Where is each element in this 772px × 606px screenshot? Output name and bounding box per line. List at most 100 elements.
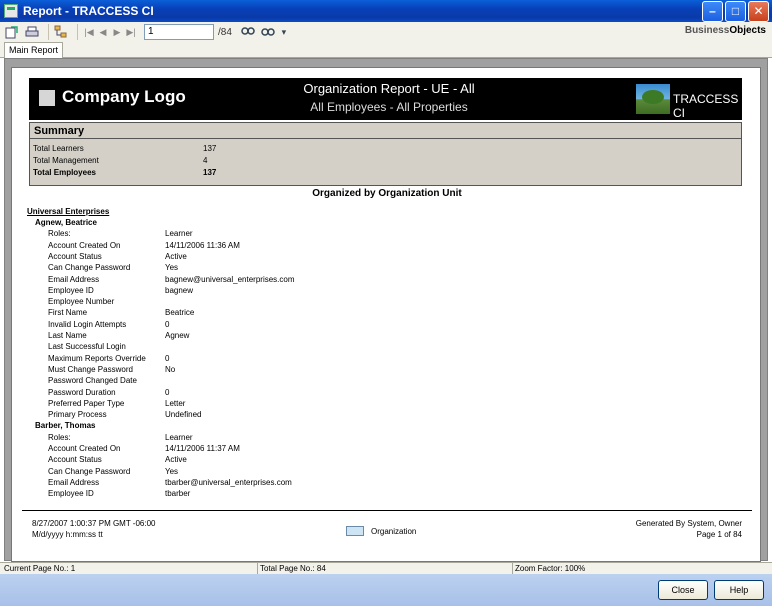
page-total: /84 — [218, 26, 232, 38]
field-label: Can Change Password — [48, 263, 131, 273]
field-value: Undefined — [165, 410, 202, 420]
field-label: Account Status — [48, 251, 102, 261]
field-label: Email Address — [48, 477, 100, 487]
field-value: bagnew@universal_enterprises.com — [165, 274, 295, 284]
field-label: Account Created On — [48, 240, 121, 250]
help-button[interactable]: Help — [714, 580, 764, 600]
summary-label: Total Learners — [33, 144, 84, 153]
field-value: Learner — [165, 229, 193, 239]
report-title: Organization Report - UE - All — [303, 81, 475, 96]
business-objects-logo: BusinessObjects — [684, 25, 766, 36]
field-value: 14/11/2006 11:37 AM — [165, 444, 240, 453]
field-value: Active — [165, 251, 187, 261]
report-toolbar: |◀ ◀ ▶ ▶| 1 /84 ▾ BusinessObjects — [0, 22, 772, 42]
report-banner: Company Logo Organization Report - UE - … — [29, 78, 742, 120]
traccess-logo: TRACCESS CI — [636, 84, 738, 120]
summary-value: 137 — [203, 144, 217, 153]
summary-value: 4 — [203, 156, 208, 165]
field-label: Must Change Password — [48, 364, 133, 374]
person-name[interactable]: Barber, Thomas — [35, 421, 95, 430]
status-current-page: Current Page No.: 1 — [4, 564, 76, 573]
report-subtitle: All Employees - All Properties — [310, 100, 468, 114]
field-label: Last Name — [48, 331, 87, 340]
tab-strip: Main Report — [0, 42, 772, 58]
title-bar: Report - TRACCESS CI – □ ✕ — [0, 0, 772, 22]
last-page-icon[interactable]: ▶| — [124, 27, 138, 38]
field-value: Beatrice — [165, 308, 195, 318]
field-label: Primary Process — [48, 410, 107, 420]
report-viewport[interactable]: Company Logo Organization Report - UE - … — [4, 58, 768, 562]
field-label: Password Duration — [48, 387, 116, 397]
summary-heading: Summary — [30, 123, 741, 139]
prev-page-icon[interactable]: ◀ — [96, 27, 110, 38]
zoom-dropdown-arrow[interactable]: ▾ — [280, 24, 288, 40]
field-value: tbarber@universal_enterprises.com — [165, 477, 292, 487]
field-value: Active — [165, 455, 187, 465]
field-label: Account Status — [48, 455, 102, 465]
app-icon — [4, 4, 18, 18]
legend-swatch — [346, 526, 364, 536]
logo-placeholder-icon — [39, 90, 55, 106]
close-window-button[interactable]: ✕ — [748, 0, 769, 22]
field-value: 0 — [165, 319, 170, 329]
field-label: Employee ID — [48, 285, 94, 295]
organized-by-heading: Organized by Organization Unit — [312, 188, 462, 199]
minimize-button[interactable]: – — [702, 0, 723, 22]
next-page-icon[interactable]: ▶ — [110, 27, 124, 38]
field-label: Can Change Password — [48, 466, 131, 476]
field-value: bagnew — [165, 285, 194, 295]
summary-value: 137 — [203, 168, 217, 177]
summary-row: Total Employees 137 — [33, 168, 216, 177]
print-datetime: 8/27/2007 1:00:37 PM GMT -06:00 — [32, 519, 156, 528]
field-label: Maximum Reports Override — [48, 353, 146, 363]
field-value: No — [165, 364, 176, 374]
legend-label: Organization — [371, 527, 417, 536]
status-bar: Current Page No.: 1 Total Page No.: 84 Z… — [0, 562, 772, 575]
brand-text: TRACCESS CI — [673, 92, 739, 120]
org-unit-name[interactable]: Universal Enterprises — [27, 207, 109, 216]
summary-box: Summary Total Learners 137 Total Managem… — [29, 122, 742, 186]
footer-divider — [22, 510, 752, 511]
field-label: Password Changed Date — [48, 376, 137, 386]
field-label: Employee ID — [48, 489, 94, 499]
field-label: Preferred Paper Type — [48, 398, 125, 408]
field-label: Invalid Login Attempts — [48, 319, 127, 329]
summary-row: Total Management 4 — [33, 156, 207, 165]
field-label: Account Created On — [48, 444, 121, 453]
field-value: Learner — [165, 432, 193, 442]
field-label: Roles: — [48, 432, 71, 442]
person-name[interactable]: Agnew, Beatrice — [35, 218, 97, 227]
group-tree-icon[interactable] — [53, 24, 69, 40]
page-number-input[interactable]: 1 — [144, 24, 214, 40]
page-of: Page 1 of 84 — [696, 530, 742, 539]
summary-label: Total Management — [33, 156, 99, 165]
close-button[interactable]: Close — [658, 580, 708, 600]
field-label: Employee Number — [48, 297, 115, 307]
company-logo-text: Company Logo — [62, 87, 186, 106]
field-label: Last Successful Login — [48, 342, 126, 352]
window-title: Report - TRACCESS CI — [23, 4, 154, 18]
field-value: Agnew — [165, 331, 190, 340]
export-icon[interactable] — [4, 24, 20, 40]
zoom-icon[interactable] — [260, 24, 276, 40]
field-value: 0 — [165, 387, 170, 397]
tree-icon — [636, 84, 670, 114]
field-value: Letter — [165, 398, 186, 408]
status-zoom: Zoom Factor: 100% — [515, 564, 586, 573]
datetime-format: M/d/yyyy h:mm:ss tt — [32, 530, 103, 539]
field-label: Roles: — [48, 229, 71, 239]
search-icon[interactable] — [240, 24, 256, 40]
field-value: Yes — [165, 466, 179, 476]
field-value: 14/11/2006 11:36 AM — [165, 240, 240, 250]
tab-main-report[interactable]: Main Report — [4, 42, 64, 58]
print-icon[interactable] — [24, 24, 40, 40]
summary-row: Total Learners 137 — [33, 144, 216, 153]
status-total-page: Total Page No.: 84 — [260, 564, 326, 573]
field-label: Email Address — [48, 274, 100, 284]
field-value: tbarber — [165, 489, 191, 499]
field-value: 0 — [165, 353, 170, 363]
field-label: First Name — [48, 308, 88, 318]
maximize-button[interactable]: □ — [725, 0, 746, 22]
first-page-icon[interactable]: |◀ — [82, 27, 96, 38]
report-page: Company Logo Organization Report - UE - … — [11, 67, 761, 562]
